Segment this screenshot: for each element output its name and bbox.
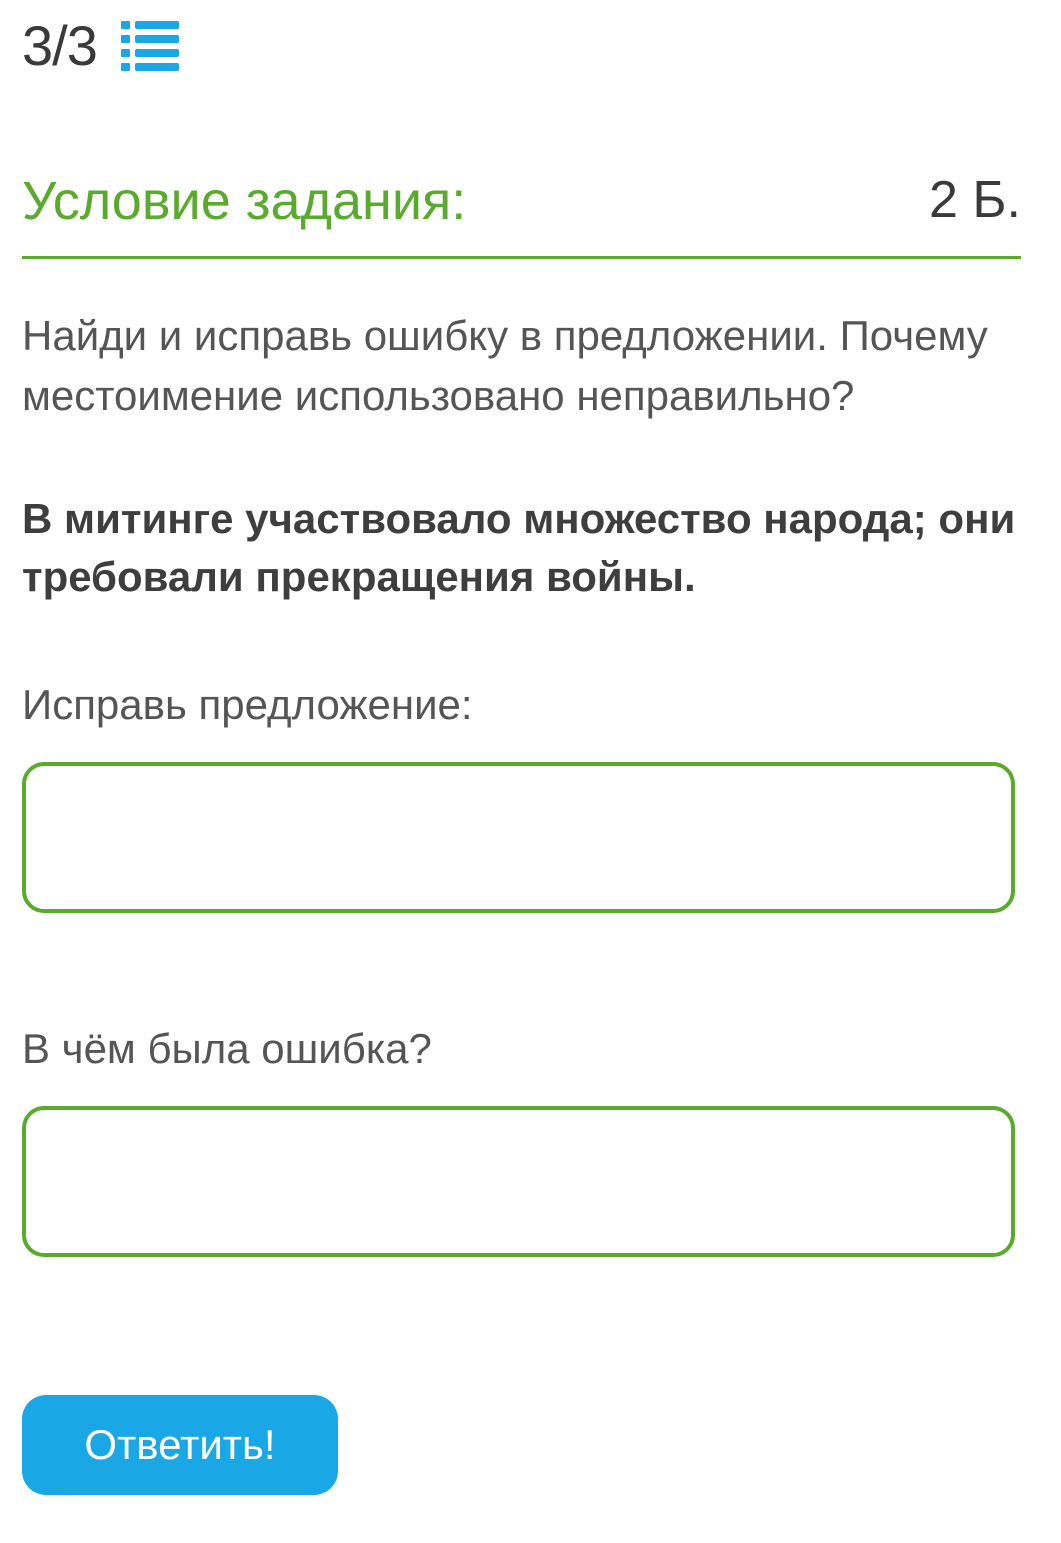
corrected-sentence-input[interactable] [22, 762, 1015, 913]
task-header: Условие задания: 2 Б. [22, 171, 1021, 259]
submit-button[interactable]: Ответить! [22, 1395, 338, 1495]
corrected-sentence-label: Исправь предложение: [22, 681, 473, 728]
task-instruction: Найди и исправь ошибку в предложении. По… [22, 312, 988, 419]
error-explanation-input[interactable] [22, 1106, 1015, 1257]
error-explanation-label: В чём была ошибка? [22, 1025, 432, 1072]
task-title: Условие задания: [22, 171, 467, 231]
task-sentence: В митинге участвовало множество народа; … [22, 495, 1016, 600]
task-points: 2 Б. [929, 171, 1021, 229]
progress-indicator: 3/3 [22, 18, 179, 74]
progress-counter: 3/3 [22, 14, 98, 77]
list-icon[interactable] [120, 19, 179, 73]
